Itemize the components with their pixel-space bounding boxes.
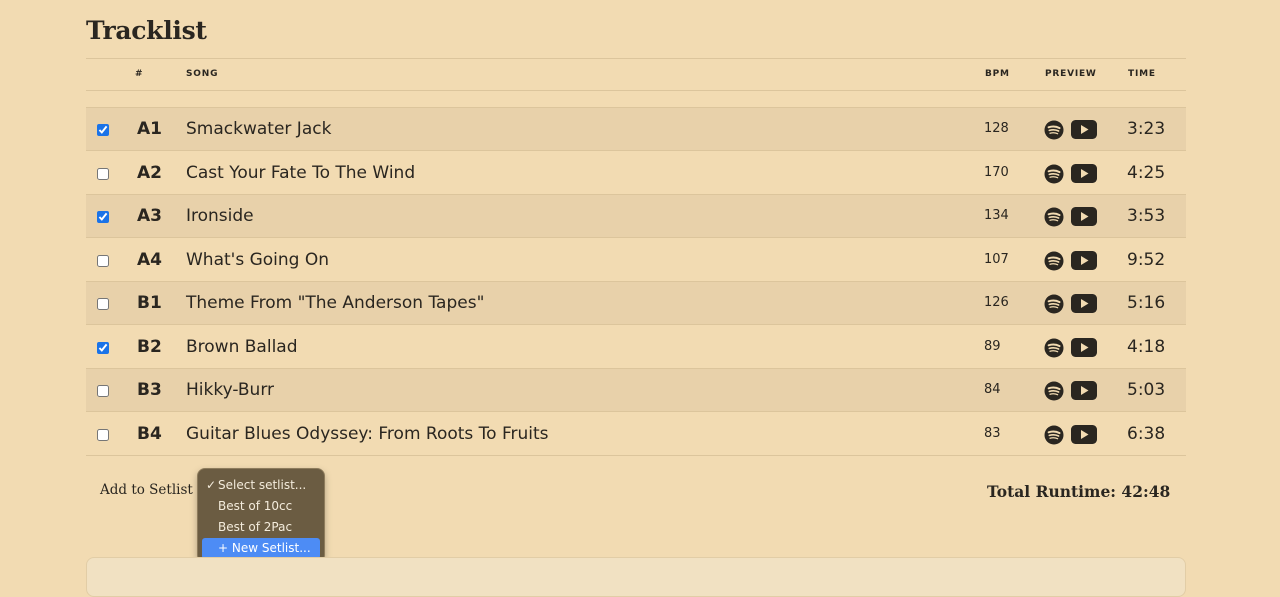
track-number: A4 — [137, 249, 162, 270]
track-select-checkbox[interactable] — [97, 167, 109, 180]
track-title: What's Going On — [186, 249, 330, 270]
youtube-icon[interactable] — [1071, 381, 1097, 400]
spotify-icon[interactable] — [1044, 294, 1064, 314]
track-title: Smackwater Jack — [186, 119, 332, 139]
track-bpm: 89 — [984, 338, 1001, 354]
spotify-icon[interactable] — [1044, 425, 1064, 445]
table-row: A4 What's Going On 107 9:52 — [86, 239, 1186, 282]
youtube-icon[interactable] — [1071, 207, 1097, 226]
track-select-checkbox[interactable] — [97, 211, 109, 223]
youtube-icon[interactable] — [1071, 424, 1097, 444]
column-header-number: # — [135, 69, 144, 79]
youtube-icon[interactable] — [1071, 250, 1097, 270]
track-number: A3 — [137, 206, 162, 226]
table-row: B2 Brown Ballad 89 4:18 — [86, 326, 1186, 369]
track-bpm: 134 — [984, 208, 1009, 223]
youtube-icon[interactable] — [1071, 120, 1097, 139]
header-bottom-divider — [86, 90, 1186, 91]
track-bpm: 107 — [984, 251, 1009, 267]
table-row: A2 Cast Your Fate To The Wind 170 4:25 — [86, 152, 1186, 195]
spotify-icon[interactable] — [1044, 164, 1064, 184]
header-top-divider — [86, 58, 1186, 59]
track-bpm: 170 — [984, 164, 1009, 180]
table-row: B4 Guitar Blues Odyssey: From Roots To Fr… — [86, 413, 1186, 456]
table-row: B1 Theme From "The Anderson Tapes" 126 5:16 — [86, 282, 1186, 325]
setlist-option-new-setlist[interactable]: + New Setlist... — [202, 538, 320, 559]
track-title: Hikky-Burr — [186, 380, 274, 400]
track-duration: 3:53 — [1127, 206, 1166, 226]
track-title: Theme From "The Anderson Tapes" — [186, 293, 485, 313]
track-select-checkbox[interactable] — [97, 254, 109, 267]
track-bpm: 128 — [984, 121, 1009, 136]
track-duration: 9:52 — [1127, 249, 1166, 270]
bottom-panel — [86, 557, 1186, 597]
setlist-option-label: Select setlist... — [218, 478, 307, 492]
track-bpm: 126 — [984, 295, 1009, 310]
track-title: Brown Ballad — [186, 336, 298, 357]
track-title: Guitar Blues Odyssey: From Roots To Frui… — [186, 423, 549, 444]
track-bpm: 83 — [984, 425, 1001, 441]
youtube-icon[interactable] — [1071, 337, 1097, 357]
add-to-setlist-label: Add to Setlist — [100, 482, 193, 498]
setlist-option-best-of-2pac[interactable]: Best of 2Pac — [202, 517, 320, 538]
track-number: B1 — [137, 293, 162, 313]
track-select-checkbox[interactable] — [97, 341, 109, 354]
track-select-checkbox[interactable] — [97, 298, 109, 310]
track-title: Cast Your Fate To The Wind — [186, 162, 416, 183]
track-number: B2 — [137, 336, 162, 357]
table-row: B3 Hikky-Burr 84 5:03 — [86, 369, 1186, 412]
track-number: A2 — [137, 162, 162, 183]
setlist-option-label: Best of 2Pac — [218, 520, 293, 534]
column-header-preview: PREVIEW — [1045, 69, 1097, 79]
track-duration: 3:23 — [1127, 119, 1166, 139]
track-number: B4 — [137, 423, 162, 444]
table-row: A3 Ironside 134 3:53 — [86, 195, 1186, 238]
spotify-icon[interactable] — [1044, 381, 1064, 401]
setlist-option-label: Best of 10cc — [218, 499, 293, 513]
setlist-dropdown-menu[interactable]: ✓ Select setlist... Best of 10cc Best of… — [198, 469, 324, 562]
page-title: Tracklist — [86, 16, 207, 45]
track-duration: 4:18 — [1127, 336, 1166, 357]
track-duration: 5:16 — [1127, 293, 1166, 313]
track-bpm: 84 — [984, 382, 1001, 397]
track-select-checkbox[interactable] — [97, 428, 109, 441]
track-select-checkbox[interactable] — [97, 385, 109, 397]
track-duration: 4:25 — [1127, 162, 1166, 183]
youtube-icon[interactable] — [1071, 163, 1097, 183]
column-header-song: SONG — [186, 69, 219, 79]
setlist-option-best-of-10cc[interactable]: Best of 10cc — [202, 496, 320, 517]
spotify-icon[interactable] — [1044, 338, 1064, 358]
track-title: Ironside — [186, 206, 254, 226]
spotify-icon[interactable] — [1044, 207, 1064, 227]
table-row: A1 Smackwater Jack 128 3:23 — [86, 108, 1186, 151]
track-select-checkbox[interactable] — [97, 124, 109, 136]
track-number: A1 — [137, 119, 162, 139]
track-duration: 6:38 — [1127, 423, 1166, 444]
track-duration: 5:03 — [1127, 380, 1166, 400]
spotify-icon[interactable] — [1044, 251, 1064, 271]
spotify-icon[interactable] — [1044, 120, 1064, 140]
column-header-bpm: BPM — [985, 69, 1010, 79]
column-header-time: TIME — [1128, 69, 1156, 79]
setlist-option-select[interactable]: ✓ Select setlist... — [202, 475, 320, 496]
total-runtime: Total Runtime: 42:48 — [987, 482, 1171, 501]
checkmark-icon: ✓ — [206, 478, 217, 492]
youtube-icon[interactable] — [1071, 294, 1097, 313]
setlist-option-label: + New Setlist... — [218, 541, 311, 555]
track-number: B3 — [137, 380, 162, 400]
